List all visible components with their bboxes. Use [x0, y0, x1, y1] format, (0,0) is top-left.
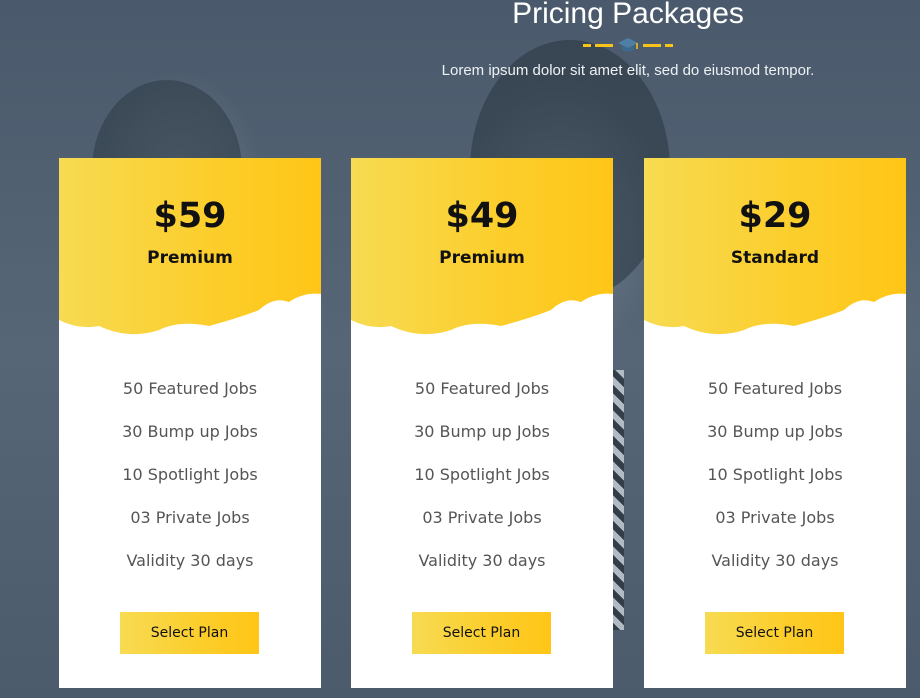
plan-price: $59: [153, 196, 227, 236]
select-plan-button[interactable]: Select Plan: [120, 612, 259, 654]
background-tie: [612, 370, 624, 630]
feature-item: 03 Private Jobs: [130, 508, 250, 527]
feature-item: 50 Featured Jobs: [707, 379, 843, 398]
feature-item: 03 Private Jobs: [715, 508, 835, 527]
graduation-cap-icon: [618, 38, 638, 52]
feature-item: 50 Featured Jobs: [122, 379, 258, 398]
feature-item: 50 Featured Jobs: [414, 379, 550, 398]
feature-item: 10 Spotlight Jobs: [707, 465, 843, 484]
select-plan-button[interactable]: Select Plan: [412, 612, 551, 654]
feature-item: 30 Bump up Jobs: [122, 422, 258, 441]
feature-list: 50 Featured Jobs 30 Bump up Jobs 10 Spot…: [59, 378, 321, 593]
divider-dash: [665, 43, 673, 47]
plan-price: $49: [445, 196, 519, 236]
divider-dash: [643, 43, 661, 47]
feature-list: 50 Featured Jobs 30 Bump up Jobs 10 Spot…: [351, 378, 613, 593]
feature-item: Validity 30 days: [418, 551, 546, 570]
brush-stroke-divider: [351, 293, 613, 350]
brush-stroke-divider: [644, 293, 906, 350]
title-divider: [416, 34, 840, 56]
card-header: $29 Standard: [644, 158, 906, 350]
divider-dash: [595, 43, 613, 47]
feature-item: 30 Bump up Jobs: [707, 422, 843, 441]
feature-item: 10 Spotlight Jobs: [414, 465, 550, 484]
section-header: Pricing Packages Lorem ipsum dolor sit a…: [416, 0, 840, 79]
divider-dash: [583, 43, 591, 47]
pricing-card: $49 Premium 50 Featured Jobs 30 Bump up …: [351, 158, 613, 688]
card-header: $59 Premium: [59, 158, 321, 350]
feature-item: 03 Private Jobs: [422, 508, 542, 527]
feature-item: Validity 30 days: [126, 551, 254, 570]
feature-list: 50 Featured Jobs 30 Bump up Jobs 10 Spot…: [644, 378, 906, 593]
plan-name: Standard: [730, 248, 820, 268]
section-subtitle: Lorem ipsum dolor sit amet elit, sed do …: [441, 62, 815, 79]
feature-item: Validity 30 days: [711, 551, 839, 570]
select-plan-button[interactable]: Select Plan: [705, 612, 844, 654]
brush-stroke-divider: [59, 293, 321, 350]
plan-name: Premium: [147, 248, 233, 268]
plan-price: $29: [738, 196, 812, 236]
feature-item: 10 Spotlight Jobs: [122, 465, 258, 484]
pricing-card: $29 Standard 50 Featured Jobs 30 Bump up…: [644, 158, 906, 688]
page-title: Pricing Packages: [512, 0, 744, 30]
card-header: $49 Premium: [351, 158, 613, 350]
pricing-card: $59 Premium 50 Featured Jobs 30 Bump up …: [59, 158, 321, 688]
feature-item: 30 Bump up Jobs: [414, 422, 550, 441]
plan-name: Premium: [439, 248, 525, 268]
